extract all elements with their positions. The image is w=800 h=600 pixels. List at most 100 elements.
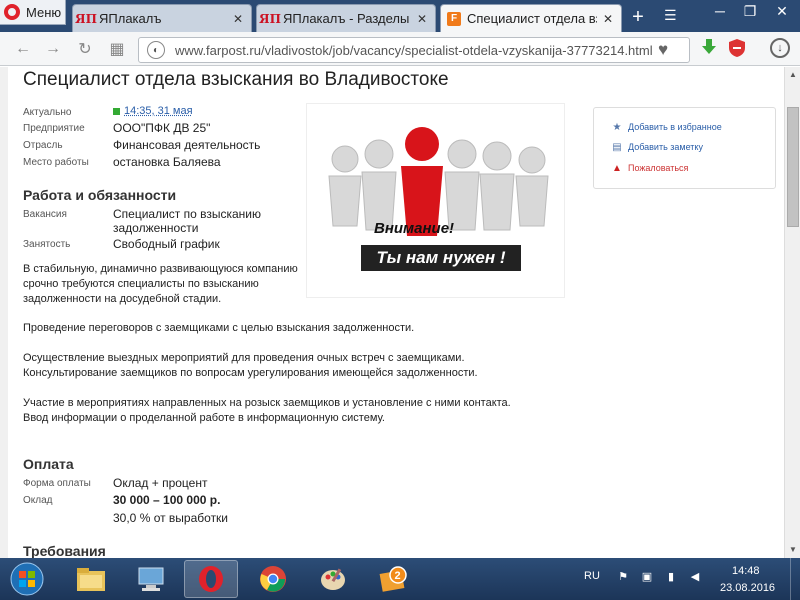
description-paragraph: Проведение переговоров с заемщиками с це… bbox=[23, 322, 415, 334]
page-content: Специалист отдела взыскания во Владивост… bbox=[8, 67, 784, 558]
note-icon: ▤ bbox=[612, 141, 622, 153]
info-value: Финансовая деятельность bbox=[113, 138, 261, 152]
image-caption-need-you: Ты нам нужен ! bbox=[361, 245, 521, 271]
image-caption-attention: Внимание! bbox=[374, 220, 455, 237]
tab-title: Специалист отдела взыс bbox=[467, 11, 597, 26]
clock-time[interactable]: 14:48 bbox=[732, 565, 760, 577]
page-scrollbar[interactable]: ▲ ▼ bbox=[784, 67, 800, 558]
star-icon: ★ bbox=[612, 121, 622, 133]
downloads-icon[interactable]: ↓ bbox=[770, 38, 790, 58]
duty-row-vacancy: Вакансия Специалист по взысканию задолже… bbox=[23, 207, 283, 235]
yap-icon: ЯП bbox=[75, 11, 97, 26]
tab-title: ЯПлакалъ - Разделы -> bbox=[283, 11, 411, 26]
forward-button[interactable]: → bbox=[42, 38, 64, 60]
tab-title: ЯПлакалъ bbox=[99, 11, 162, 26]
adblock-shield-icon[interactable] bbox=[728, 38, 746, 58]
info-value: остановка Баляева bbox=[113, 155, 221, 169]
pay-label: Форма оплаты bbox=[23, 478, 91, 489]
complain-link[interactable]: ▲ Пожаловаться bbox=[612, 162, 688, 174]
language-indicator[interactable]: RU bbox=[584, 570, 600, 582]
fresh-icon bbox=[113, 107, 120, 115]
opera-logo-icon bbox=[4, 4, 20, 20]
requirements-heading: Требования bbox=[23, 543, 106, 558]
page-title: Специалист отдела взыскания во Владивост… bbox=[23, 69, 449, 90]
chrome-icon[interactable] bbox=[246, 560, 300, 598]
back-button[interactable]: ← bbox=[12, 38, 34, 60]
scroll-thumb[interactable] bbox=[787, 107, 799, 227]
action-label: Добавить заметку bbox=[628, 142, 703, 152]
duty-value: Свободный график bbox=[113, 237, 220, 251]
site-info-icon[interactable]: ◐ bbox=[147, 41, 165, 59]
device-icon[interactable]: ▣ bbox=[640, 570, 654, 584]
computer-icon[interactable] bbox=[124, 560, 178, 598]
pay-value: 30 000 – 100 000 р. bbox=[113, 493, 221, 507]
duties-heading: Работа и обязанности bbox=[23, 187, 177, 203]
info-row-industry: Отрасль Финансовая деятельность bbox=[23, 138, 260, 152]
close-icon[interactable]: ✕ bbox=[415, 12, 429, 26]
actions-panel: ★ Добавить в избранное ▤ Добавить заметк… bbox=[593, 107, 776, 189]
menu-label: Меню bbox=[26, 4, 62, 20]
page-viewport: Специалист отдела взыскания во Владивост… bbox=[0, 67, 784, 558]
description-paragraph: В стабильную, динамично развивающуюся ко… bbox=[23, 263, 298, 305]
scroll-down-icon[interactable]: ▼ bbox=[785, 542, 800, 558]
info-label: Актуально bbox=[23, 107, 72, 118]
windows-taskbar: 2 RU ⚑ ▣ ▮ ◀ 14:48 23.08.2016 bbox=[0, 558, 800, 600]
pay-label: Оклад bbox=[23, 495, 53, 506]
bookmark-heart-icon[interactable]: ♥ bbox=[658, 40, 668, 60]
speed-dial-icon[interactable]: ▦ bbox=[106, 38, 128, 60]
scroll-up-icon[interactable]: ▲ bbox=[785, 67, 800, 83]
svg-text:2: 2 bbox=[395, 570, 401, 582]
description-paragraph: Участие в мероприятиях направленных на р… bbox=[23, 397, 511, 424]
opera-menu-button[interactable]: Меню bbox=[0, 0, 66, 25]
game-icon[interactable]: 2 bbox=[366, 560, 420, 598]
windows-logo-icon bbox=[10, 562, 44, 596]
info-value: ООО"ПФК ДВ 25" bbox=[113, 121, 211, 135]
new-tab-button[interactable]: + bbox=[628, 6, 648, 29]
date-text: 14:35, 31 мая bbox=[124, 105, 193, 117]
info-label: Предприятие bbox=[23, 123, 85, 134]
address-bar: ← → ↻ ▦ ◐ www.farpost.ru/vladivostok/job… bbox=[0, 32, 800, 66]
pay-value: 30,0 % от выработки bbox=[113, 511, 229, 525]
info-label: Место работы bbox=[23, 157, 89, 168]
clock-date[interactable]: 23.08.2016 bbox=[720, 582, 775, 594]
reload-button[interactable]: ↻ bbox=[74, 38, 96, 60]
pay-value: Оклад + процент bbox=[113, 476, 208, 490]
volume-icon[interactable]: ◀ bbox=[688, 570, 702, 584]
show-desktop-button[interactable] bbox=[790, 558, 800, 600]
download-arrow-icon[interactable] bbox=[698, 36, 720, 58]
add-favorite-link[interactable]: ★ Добавить в избранное bbox=[612, 121, 722, 133]
add-note-link[interactable]: ▤ Добавить заметку bbox=[612, 141, 703, 153]
opera-icon[interactable] bbox=[184, 560, 238, 598]
url-text: www.farpost.ru/vladivostok/job/vacancy/s… bbox=[175, 42, 653, 58]
action-center-flag-icon[interactable]: ⚑ bbox=[616, 570, 630, 584]
pay-label bbox=[23, 511, 113, 513]
tab-yaplakal[interactable]: ЯП ЯПлакалъ ✕ bbox=[72, 4, 252, 32]
pay-row-form: Форма оплаты Оклад + процент bbox=[23, 476, 207, 490]
pay-row-percent: 30,0 % от выработки bbox=[23, 511, 228, 525]
warning-icon: ▲ bbox=[612, 162, 622, 174]
tab-strip: Меню ЯП ЯПлакалъ ✕ ЯП ЯПлакалъ - Разделы… bbox=[0, 0, 800, 32]
info-value-date[interactable]: 14:35, 31 мая bbox=[113, 105, 193, 117]
pay-heading: Оплата bbox=[23, 456, 74, 472]
close-icon[interactable]: ✕ bbox=[601, 12, 615, 26]
info-label: Отрасль bbox=[23, 140, 63, 151]
info-row-location: Место работы остановка Баляева bbox=[23, 155, 221, 169]
tab-menu-button[interactable]: ☰ bbox=[664, 7, 677, 24]
farpost-icon: F bbox=[447, 11, 461, 26]
window-close-button[interactable]: ✕ bbox=[762, 0, 800, 22]
network-icon[interactable]: ▮ bbox=[664, 570, 678, 584]
paint-icon[interactable] bbox=[306, 560, 360, 598]
yap-icon: ЯП bbox=[259, 11, 281, 26]
description-paragraph: Осуществление выездных мероприятий для п… bbox=[23, 352, 478, 379]
tab-farpost-vacancy[interactable]: F Специалист отдела взыс ✕ bbox=[440, 4, 622, 32]
tab-yaplakal-sections[interactable]: ЯП ЯПлакалъ - Разделы -> ✕ bbox=[256, 4, 436, 32]
close-icon[interactable]: ✕ bbox=[231, 12, 245, 26]
duty-label: Вакансия bbox=[23, 209, 67, 220]
file-explorer-icon[interactable] bbox=[64, 560, 118, 598]
start-button[interactable] bbox=[4, 559, 50, 599]
duty-row-employment: Занятость Свободный график bbox=[23, 237, 220, 251]
url-input[interactable]: ◐ www.farpost.ru/vladivostok/job/vacancy… bbox=[138, 37, 690, 63]
info-row-company: Предприятие ООО"ПФК ДВ 25" bbox=[23, 121, 210, 135]
duty-label: Занятость bbox=[23, 239, 71, 250]
action-label: Добавить в избранное bbox=[628, 122, 722, 132]
